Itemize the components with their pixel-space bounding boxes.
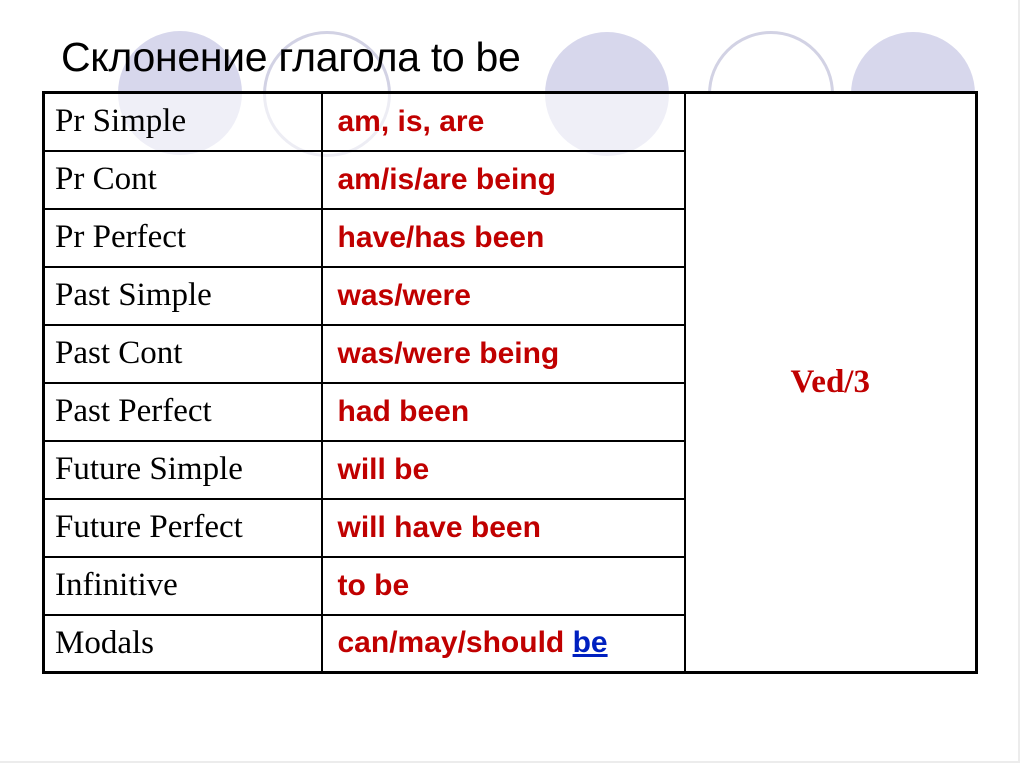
tense-cell: Future Simple [42, 439, 323, 500]
form-text: have/has been [337, 220, 545, 254]
form-text: was/were being [337, 336, 560, 370]
highlighted-be: be [572, 626, 608, 660]
form-cell: was/were [320, 265, 686, 326]
form-cell: will be [320, 439, 686, 500]
form-text: can/may/should [337, 626, 573, 660]
form-cell: was/were being [320, 323, 686, 384]
participle-cell: Ved/3 [683, 91, 978, 674]
form-cell: had been [320, 381, 686, 442]
slide-title: Склонение глагола to be [61, 34, 521, 80]
tense-cell: Past Simple [42, 265, 323, 326]
tense-cell: Modals [42, 613, 323, 674]
table-row: Pr Simple am, is, are Ved/3 [42, 91, 978, 674]
form-text: will have been [337, 510, 541, 544]
tense-cell: Pr Perfect [42, 207, 323, 268]
tense-cell: Past Cont [42, 323, 323, 384]
form-cell: will have been [320, 497, 686, 558]
form-cell: am, is, are [320, 91, 686, 152]
tense-cell: Future Perfect [42, 497, 323, 558]
form-text: am, is, are [337, 104, 485, 138]
form-text: will be [337, 452, 430, 486]
form-cell: have/has been [320, 207, 686, 268]
form-text: was/were [337, 278, 471, 312]
tense-cell: Infinitive [42, 555, 323, 616]
form-cell: am/is/are being [320, 149, 686, 210]
form-cell: to be [320, 555, 686, 616]
conjugation-table: Pr Simple am, is, are Ved/3 Pr Cont am/is/ar… [42, 91, 978, 674]
form-text: had been [337, 394, 470, 428]
tense-cell: Past Perfect [42, 381, 323, 442]
form-text: to be [337, 568, 410, 602]
form-cell: can/may/should be [320, 613, 686, 674]
tense-cell: Pr Cont [42, 149, 323, 210]
tense-cell: Pr Simple [42, 91, 323, 152]
slide: Склонение глагола to be Pr Simple am, is,… [0, 0, 1020, 763]
form-text: am/is/are being [337, 162, 556, 196]
